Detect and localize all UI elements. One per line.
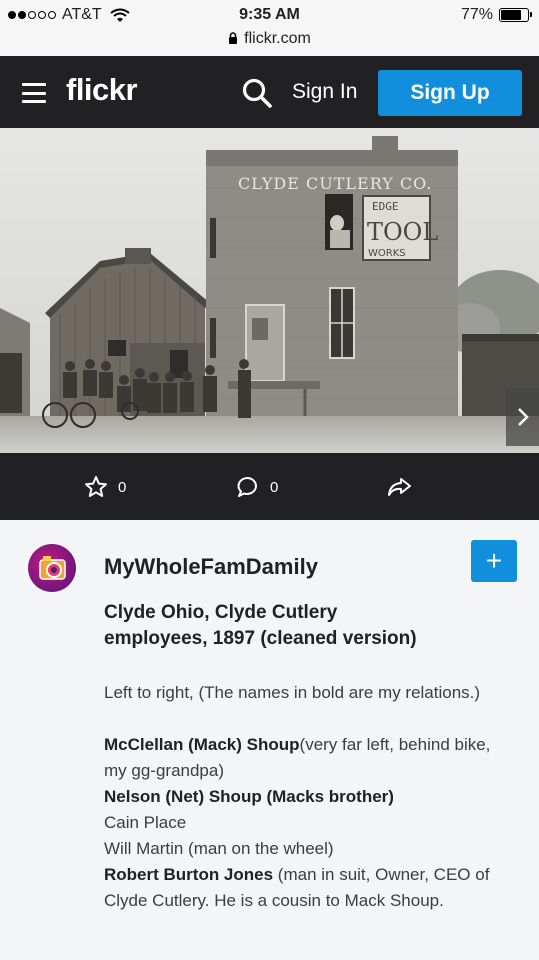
site-header: flickr Sign In Sign Up [0,56,539,128]
owner-avatar[interactable] [28,544,76,592]
battery-icon [499,8,532,22]
battery-status: 77% [460,6,532,24]
clock: 9:35 AM [239,6,300,23]
description-line: Will Martin (man on the wheel) [104,836,504,862]
sign-clyde-cutlery: CLYDE CUTLERY CO. [238,174,432,193]
favorite-count: 0 [118,478,127,496]
search-icon[interactable] [241,77,273,109]
status-bar: AT&T 9:35 AM flickr.com 77% [0,0,539,56]
favorite-button[interactable]: 0 [84,475,126,499]
share-button[interactable] [386,475,422,499]
description-line: Nelson (Net) Shoup (Macks brother) [104,784,504,810]
description-line: McClellan (Mack) Shoup(very far left, be… [104,732,504,784]
name-note: Cain Place [104,813,187,832]
owner-username[interactable]: MyWholeFamDamily [104,554,318,580]
relation-name: Robert Burton Jones [104,865,274,884]
photo-title: Clyde Ohio, Clyde Cutlery employees, 189… [104,602,417,649]
flickr-logo[interactable]: flickr [66,72,138,108]
camera-icon [39,556,66,580]
star-icon [85,476,107,497]
description-intro: Left to right, (The names in bold are my… [104,683,481,702]
share-arrow-icon [388,478,411,496]
photo-details: MyWholeFamDamily + Clyde Ohio, Clyde Cut… [0,520,539,960]
comment-count: 0 [270,478,279,496]
photo-description: Left to right, (The names in bold are my… [104,680,504,914]
sign-tool: TOOL [367,218,438,246]
address-bar[interactable]: flickr.com [0,30,539,48]
relation-name: Nelson (Net) Shoup (Macks brother) [104,787,394,806]
sign-works: WORKS [368,248,406,259]
description-line: Robert Burton Jones (man in suit, Owner,… [104,862,504,914]
chevron-right-icon [517,408,529,426]
name-note: Will Martin (man on the wheel) [104,839,334,858]
description-line: Cain Place [104,810,504,836]
battery-percent: 77% [460,6,493,23]
photo-action-bar: 0 0 [0,453,539,520]
sign-in-link[interactable]: Sign In [292,80,357,104]
sign-up-button[interactable]: Sign Up [378,70,522,116]
relation-name: McClellan (Mack) Shoup [104,735,300,754]
sign-edge: EDGE [372,200,399,213]
main-photo[interactable]: CLYDE CUTLERY CO. EDGE TOOL WORKS [0,128,539,453]
historic-factory-photo: CLYDE CUTLERY CO. EDGE TOOL WORKS [0,128,539,453]
comment-button[interactable]: 0 [236,475,278,499]
url-text: flickr.com [244,30,311,47]
next-photo-button[interactable] [506,388,539,446]
follow-button[interactable]: + [471,540,517,582]
menu-icon[interactable] [22,83,46,103]
lock-icon [229,32,238,44]
comment-icon [237,477,257,497]
